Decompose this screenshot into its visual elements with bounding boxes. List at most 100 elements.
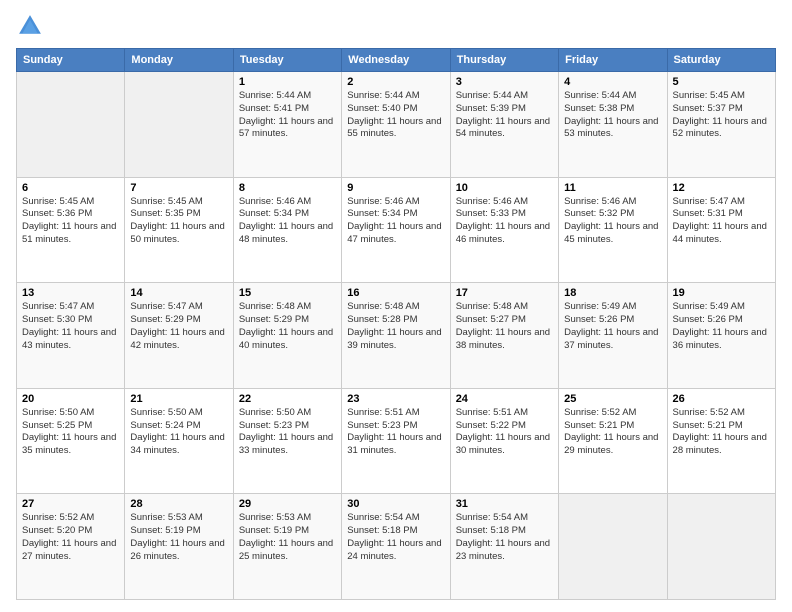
day-number: 9 <box>347 182 444 194</box>
day-cell: 3Sunrise: 5:44 AMSunset: 5:39 PMDaylight… <box>450 72 558 178</box>
day-number: 30 <box>347 498 444 510</box>
day-info: Sunrise: 5:52 AMSunset: 5:21 PMDaylight:… <box>673 407 770 458</box>
day-info: Sunrise: 5:53 AMSunset: 5:19 PMDaylight:… <box>239 512 336 563</box>
day-number: 10 <box>456 182 553 194</box>
day-number: 11 <box>564 182 661 194</box>
weekday-header-thursday: Thursday <box>450 49 558 72</box>
day-cell: 12 Sunrise: 5:47 AMSunset: 5:31 PMDayligh… <box>667 177 775 283</box>
day-number: 18 <box>564 287 661 299</box>
day-cell: 6Sunrise: 5:45 AMSunset: 5:36 PMDaylight… <box>17 177 125 283</box>
day-info: Sunrise: 5:49 AMSunset: 5:26 PMDaylight:… <box>564 301 661 352</box>
day-cell: 27Sunrise: 5:52 AMSunset: 5:20 PMDayligh… <box>17 494 125 600</box>
day-info: Sunrise: 5:53 AMSunset: 5:19 PMDaylight:… <box>130 512 227 563</box>
day-info: Sunrise: 5:45 AMSunset: 5:37 PMDaylight:… <box>673 90 770 141</box>
day-cell: 19 Sunrise: 5:49 AMSunset: 5:26 PMDayligh… <box>667 283 775 389</box>
weekday-header-wednesday: Wednesday <box>342 49 450 72</box>
day-number: 24 <box>456 393 553 405</box>
day-number: 22 <box>239 393 336 405</box>
day-cell: 8 Sunrise: 5:46 AMSunset: 5:34 PMDaylight… <box>233 177 341 283</box>
week-row-4: 20Sunrise: 5:50 AMSunset: 5:25 PMDayligh… <box>17 388 776 494</box>
day-info: Sunrise: 5:46 AMSunset: 5:34 PMDaylight:… <box>347 196 444 247</box>
day-info: Sunrise: 5:44 AMSunset: 5:38 PMDaylight:… <box>564 90 661 141</box>
day-cell: 9 Sunrise: 5:46 AMSunset: 5:34 PMDaylight… <box>342 177 450 283</box>
weekday-header-friday: Friday <box>559 49 667 72</box>
week-row-3: 13 Sunrise: 5:47 AMSunset: 5:30 PMDayligh… <box>17 283 776 389</box>
page: SundayMondayTuesdayWednesdayThursdayFrid… <box>0 0 792 612</box>
week-row-5: 27Sunrise: 5:52 AMSunset: 5:20 PMDayligh… <box>17 494 776 600</box>
day-number: 21 <box>130 393 227 405</box>
day-cell: 20Sunrise: 5:50 AMSunset: 5:25 PMDayligh… <box>17 388 125 494</box>
day-cell: 23 Sunrise: 5:51 AMSunset: 5:23 PMDayligh… <box>342 388 450 494</box>
day-number: 17 <box>456 287 553 299</box>
logo-icon <box>16 12 44 40</box>
week-row-1: 1 Sunrise: 5:44 AMSunset: 5:41 PMDaylight… <box>17 72 776 178</box>
day-cell: 13 Sunrise: 5:47 AMSunset: 5:30 PMDayligh… <box>17 283 125 389</box>
day-info: Sunrise: 5:47 AMSunset: 5:31 PMDaylight:… <box>673 196 770 247</box>
day-cell: 15Sunrise: 5:48 AMSunset: 5:29 PMDayligh… <box>233 283 341 389</box>
day-cell: 2 Sunrise: 5:44 AMSunset: 5:40 PMDaylight… <box>342 72 450 178</box>
day-info: Sunrise: 5:48 AMSunset: 5:29 PMDaylight:… <box>239 301 336 352</box>
day-cell: 24 Sunrise: 5:51 AMSunset: 5:22 PMDayligh… <box>450 388 558 494</box>
weekday-header-saturday: Saturday <box>667 49 775 72</box>
day-info: Sunrise: 5:54 AMSunset: 5:18 PMDaylight:… <box>347 512 444 563</box>
day-number: 27 <box>22 498 119 510</box>
day-number: 12 <box>673 182 770 194</box>
day-number: 26 <box>673 393 770 405</box>
day-cell: 11 Sunrise: 5:46 AMSunset: 5:32 PMDayligh… <box>559 177 667 283</box>
week-row-2: 6Sunrise: 5:45 AMSunset: 5:36 PMDaylight… <box>17 177 776 283</box>
weekday-header-tuesday: Tuesday <box>233 49 341 72</box>
day-number: 2 <box>347 76 444 88</box>
day-number: 8 <box>239 182 336 194</box>
day-cell: 26 Sunrise: 5:52 AMSunset: 5:21 PMDayligh… <box>667 388 775 494</box>
day-number: 7 <box>130 182 227 194</box>
day-cell <box>559 494 667 600</box>
day-cell: 22Sunrise: 5:50 AMSunset: 5:23 PMDayligh… <box>233 388 341 494</box>
day-info: Sunrise: 5:44 AMSunset: 5:39 PMDaylight:… <box>456 90 553 141</box>
header <box>16 12 776 40</box>
day-info: Sunrise: 5:50 AMSunset: 5:24 PMDaylight:… <box>130 407 227 458</box>
day-info: Sunrise: 5:44 AMSunset: 5:41 PMDaylight:… <box>239 90 336 141</box>
day-number: 1 <box>239 76 336 88</box>
day-cell: 25Sunrise: 5:52 AMSunset: 5:21 PMDayligh… <box>559 388 667 494</box>
day-cell: 21 Sunrise: 5:50 AMSunset: 5:24 PMDayligh… <box>125 388 233 494</box>
weekday-header-monday: Monday <box>125 49 233 72</box>
day-info: Sunrise: 5:46 AMSunset: 5:34 PMDaylight:… <box>239 196 336 247</box>
day-number: 5 <box>673 76 770 88</box>
day-cell <box>17 72 125 178</box>
day-number: 23 <box>347 393 444 405</box>
day-cell <box>667 494 775 600</box>
day-number: 29 <box>239 498 336 510</box>
weekday-header-sunday: Sunday <box>17 49 125 72</box>
day-info: Sunrise: 5:48 AMSunset: 5:27 PMDaylight:… <box>456 301 553 352</box>
day-number: 25 <box>564 393 661 405</box>
day-number: 16 <box>347 287 444 299</box>
day-number: 19 <box>673 287 770 299</box>
day-info: Sunrise: 5:54 AMSunset: 5:18 PMDaylight:… <box>456 512 553 563</box>
day-number: 28 <box>130 498 227 510</box>
day-number: 4 <box>564 76 661 88</box>
day-info: Sunrise: 5:44 AMSunset: 5:40 PMDaylight:… <box>347 90 444 141</box>
day-cell: 7 Sunrise: 5:45 AMSunset: 5:35 PMDaylight… <box>125 177 233 283</box>
day-cell: 31 Sunrise: 5:54 AMSunset: 5:18 PMDayligh… <box>450 494 558 600</box>
day-number: 13 <box>22 287 119 299</box>
day-info: Sunrise: 5:49 AMSunset: 5:26 PMDaylight:… <box>673 301 770 352</box>
day-info: Sunrise: 5:47 AMSunset: 5:30 PMDaylight:… <box>22 301 119 352</box>
day-info: Sunrise: 5:46 AMSunset: 5:33 PMDaylight:… <box>456 196 553 247</box>
day-info: Sunrise: 5:45 AMSunset: 5:35 PMDaylight:… <box>130 196 227 247</box>
day-cell: 18 Sunrise: 5:49 AMSunset: 5:26 PMDayligh… <box>559 283 667 389</box>
day-cell: 29 Sunrise: 5:53 AMSunset: 5:19 PMDayligh… <box>233 494 341 600</box>
day-info: Sunrise: 5:47 AMSunset: 5:29 PMDaylight:… <box>130 301 227 352</box>
day-cell: 16 Sunrise: 5:48 AMSunset: 5:28 PMDayligh… <box>342 283 450 389</box>
day-cell: 4 Sunrise: 5:44 AMSunset: 5:38 PMDaylight… <box>559 72 667 178</box>
day-info: Sunrise: 5:48 AMSunset: 5:28 PMDaylight:… <box>347 301 444 352</box>
day-info: Sunrise: 5:51 AMSunset: 5:23 PMDaylight:… <box>347 407 444 458</box>
day-info: Sunrise: 5:51 AMSunset: 5:22 PMDaylight:… <box>456 407 553 458</box>
day-cell: 5 Sunrise: 5:45 AMSunset: 5:37 PMDaylight… <box>667 72 775 178</box>
weekday-header-row: SundayMondayTuesdayWednesdayThursdayFrid… <box>17 49 776 72</box>
day-info: Sunrise: 5:46 AMSunset: 5:32 PMDaylight:… <box>564 196 661 247</box>
day-number: 31 <box>456 498 553 510</box>
day-cell: 28 Sunrise: 5:53 AMSunset: 5:19 PMDayligh… <box>125 494 233 600</box>
day-cell <box>125 72 233 178</box>
calendar-table: SundayMondayTuesdayWednesdayThursdayFrid… <box>16 48 776 600</box>
day-info: Sunrise: 5:45 AMSunset: 5:36 PMDaylight:… <box>22 196 119 247</box>
